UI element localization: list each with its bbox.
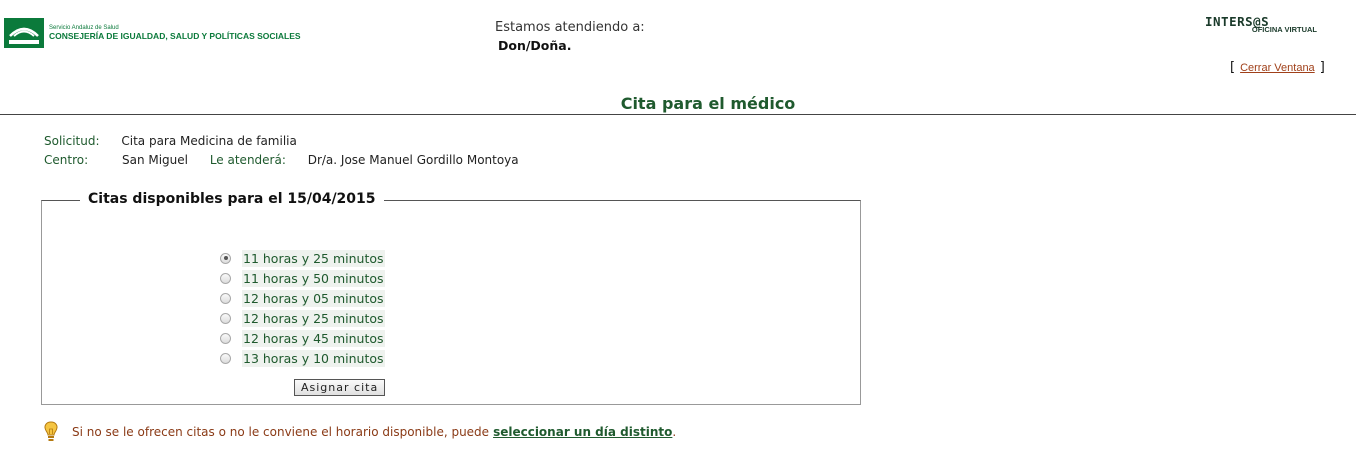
attending-label: Estamos atendiendo a: [495, 20, 645, 35]
slots-fieldset [41, 200, 861, 405]
header-divider [0, 114, 1356, 115]
doctor-label: Le atenderá: [209, 153, 286, 167]
tip-row: Si no se le ofrecen citas o no le convie… [42, 420, 676, 444]
slot-label[interactable]: 11 horas y 50 minutos [242, 269, 385, 287]
tip-text: Si no se le ofrecen citas o no le convie… [72, 425, 490, 439]
lightbulb-icon [44, 421, 58, 441]
slot-list: 11 horas y 25 minutos 11 horas y 50 minu… [220, 248, 385, 368]
doctor-value: Dr/a. Jose Manuel Gordillo Montoya [307, 153, 519, 167]
slot-radio[interactable] [220, 252, 231, 264]
slot-radio[interactable] [220, 292, 231, 304]
slot-option[interactable]: 12 horas y 05 minutos [220, 288, 385, 308]
attending-block: Estamos atendiendo a: Don/Doña. [495, 20, 645, 53]
slot-label[interactable]: 11 horas y 25 minutos [242, 249, 385, 267]
slot-radio[interactable] [220, 352, 231, 364]
request-row: Solicitud: Cita para Medicina de familia [44, 134, 297, 148]
slot-label[interactable]: 12 horas y 05 minutos [242, 289, 385, 307]
slot-option[interactable]: 13 horas y 10 minutos [220, 348, 385, 368]
solicitud-label: Solicitud: [44, 134, 100, 148]
tip-end: . [672, 425, 677, 439]
slot-option[interactable]: 11 horas y 25 minutos [220, 248, 385, 268]
assign-appointment-button[interactable]: Asignar cita [294, 379, 386, 396]
bracket-open: [ [1230, 60, 1236, 75]
page-title: Cita para el médico [620, 94, 796, 113]
junta-emblem-icon [4, 18, 44, 48]
solicitud-value: Cita para Medicina de familia [121, 134, 297, 148]
centro-label: Centro: [44, 153, 89, 167]
centro-value: San Miguel [121, 153, 188, 167]
slot-radio[interactable] [220, 272, 231, 284]
attending-name: Don/Doña. [498, 38, 572, 53]
brand-logo: INTERS@S OFICINA VIRTUAL [1205, 15, 1317, 33]
close-window-wrapper: [ Cerrar Ventana] [1230, 60, 1325, 75]
slots-legend: Citas disponibles para el 15/04/2015 [80, 191, 384, 207]
slot-label[interactable]: 13 horas y 10 minutos [242, 349, 385, 367]
slot-label[interactable]: 12 horas y 25 minutos [242, 309, 385, 327]
slot-option[interactable]: 12 horas y 25 minutos [220, 308, 385, 328]
slot-radio[interactable] [220, 332, 231, 344]
bracket-close: ] [1319, 60, 1325, 75]
slot-option[interactable]: 11 horas y 50 minutos [220, 268, 385, 288]
slot-label[interactable]: 12 horas y 45 minutos [242, 329, 385, 347]
junta-logo: Servicio Andaluz de Salud CONSEJERÍA DE … [4, 18, 301, 48]
center-row: Centro: San Miguel Le atenderá: Dr/a. Jo… [44, 153, 519, 167]
select-other-day-link[interactable]: seleccionar un día distinto [493, 425, 672, 439]
org-name: CONSEJERÍA DE IGUALDAD, SALUD Y POLÍTICA… [49, 31, 301, 42]
slot-radio[interactable] [220, 312, 231, 324]
close-window-link[interactable]: Cerrar Ventana [1240, 62, 1315, 74]
slot-option[interactable]: 12 horas y 45 minutos [220, 328, 385, 348]
